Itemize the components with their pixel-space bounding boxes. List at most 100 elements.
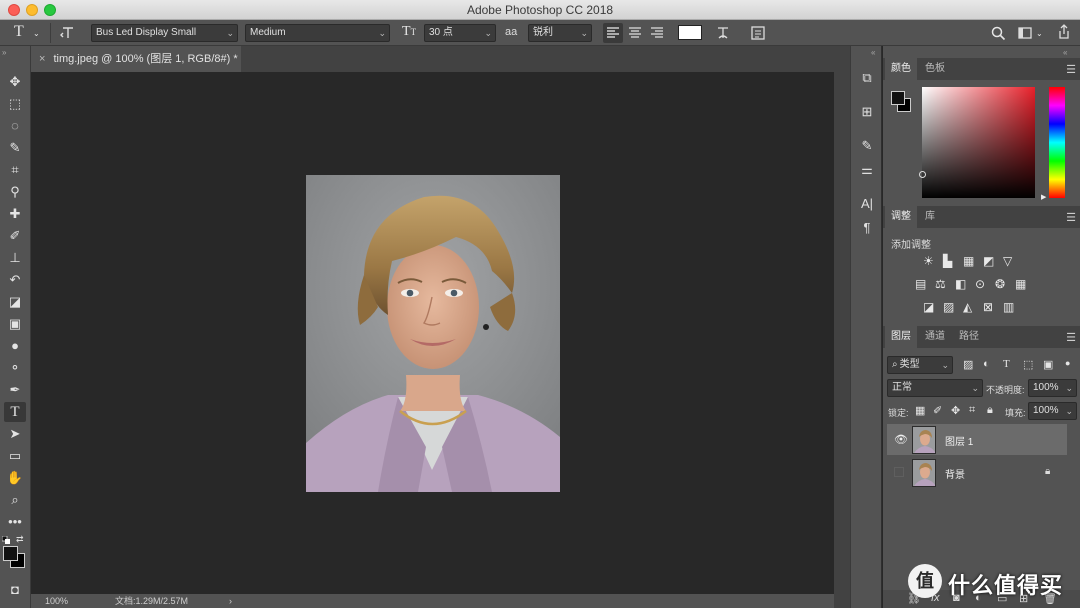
font-family-select[interactable]: Bus Led Display Small ⌄: [91, 24, 238, 42]
history-panel-icon[interactable]: ⧉: [857, 68, 877, 88]
toggle-orientation-icon[interactable]: [60, 25, 76, 41]
blur-tool-icon[interactable]: ●: [4, 336, 26, 356]
layer-row[interactable]: 背景 🔒︎: [887, 457, 1067, 488]
filter-adjustment-icon[interactable]: ◐: [983, 358, 990, 370]
status-menu-arrow[interactable]: ›: [229, 594, 232, 608]
document-tab[interactable]: × timg.jpeg @ 100% (图层 1, RGB/8#) *: [31, 46, 241, 72]
chevron-down-icon[interactable]: ⌄: [1036, 27, 1043, 41]
layer-row[interactable]: 👁︎ 图层 1: [887, 424, 1067, 455]
align-center-button[interactable]: [625, 23, 645, 43]
tab-layers[interactable]: 图层: [885, 326, 917, 348]
properties-panel-icon[interactable]: ⊞: [857, 102, 877, 122]
adjust-sliders-icon[interactable]: ⚌: [857, 160, 877, 180]
lock-position-icon[interactable]: ✥: [951, 404, 960, 417]
font-style-select[interactable]: Medium ⌄: [245, 24, 390, 42]
color-lookup-icon[interactable]: ▦: [1015, 277, 1026, 291]
brightness-icon[interactable]: ☀: [923, 254, 934, 268]
character-panel-icon[interactable]: [750, 25, 766, 41]
expand-panels-icon[interactable]: «: [871, 48, 875, 57]
brush-settings-icon[interactable]: ✎: [857, 136, 877, 156]
tab-channels[interactable]: 通道: [919, 326, 951, 348]
workspace-icon[interactable]: [1017, 25, 1033, 41]
filter-smart-object-icon[interactable]: ▣: [1043, 358, 1053, 371]
chevron-down-icon[interactable]: ⌄: [33, 27, 40, 41]
layer-filter-select[interactable]: ⌕ 类型 ⌄: [887, 356, 953, 374]
foreground-color-swatch[interactable]: [3, 546, 18, 561]
curves-icon[interactable]: ▦: [963, 254, 974, 268]
lock-transparent-icon[interactable]: ▦: [915, 404, 925, 417]
text-color-swatch[interactable]: [678, 25, 702, 40]
threshold-icon[interactable]: ◭: [963, 300, 972, 314]
hue-slider-handle-icon[interactable]: ▶: [1041, 193, 1046, 201]
tab-swatches[interactable]: 色板: [919, 58, 951, 80]
quick-mask-icon[interactable]: ◘: [4, 580, 26, 600]
layer-name[interactable]: 图层 1: [945, 433, 973, 448]
document-image[interactable]: [306, 175, 560, 492]
align-left-button[interactable]: [603, 23, 623, 43]
panel-menu-icon[interactable]: ☰: [1066, 331, 1076, 344]
lock-image-icon[interactable]: ✐: [933, 404, 942, 417]
color-field[interactable]: [919, 87, 1035, 198]
canvas-area[interactable]: [31, 72, 834, 594]
close-tab-icon[interactable]: ×: [39, 53, 45, 65]
history-brush-tool-icon[interactable]: ↶: [4, 270, 26, 290]
brush-tool-icon[interactable]: ✐: [4, 226, 26, 246]
filter-type-icon[interactable]: T: [1003, 358, 1010, 370]
lasso-tool-icon[interactable]: ◌: [4, 116, 26, 136]
character-icon[interactable]: A|: [857, 194, 877, 214]
tab-paths[interactable]: 路径: [953, 326, 985, 348]
invert-icon[interactable]: ◪: [923, 300, 934, 314]
quick-selection-tool-icon[interactable]: ✎: [4, 138, 26, 158]
antialias-select[interactable]: 锐利 ⌄: [528, 24, 592, 42]
more-tools-icon[interactable]: •••: [4, 512, 26, 532]
channel-mixer-icon[interactable]: ❂: [995, 277, 1005, 291]
black-white-icon[interactable]: ◧: [955, 277, 966, 291]
crop-tool-icon[interactable]: ⌗: [4, 160, 26, 180]
levels-icon[interactable]: ▙: [943, 254, 952, 268]
tab-color[interactable]: 颜色: [885, 58, 917, 80]
posterize-icon[interactable]: ▨: [943, 300, 954, 314]
clone-stamp-tool-icon[interactable]: ⊥: [4, 248, 26, 268]
filter-pixel-icon[interactable]: ▨: [963, 358, 973, 371]
gradient-tool-icon[interactable]: ▣: [4, 314, 26, 334]
dodge-tool-icon[interactable]: ⚬: [4, 358, 26, 378]
panel-menu-icon[interactable]: ☰: [1066, 211, 1076, 224]
healing-brush-tool-icon[interactable]: ✚: [4, 204, 26, 224]
color-balance-icon[interactable]: ⚖: [935, 277, 946, 291]
vibrance-icon[interactable]: ▽: [1003, 254, 1012, 268]
zoom-tool-icon[interactable]: ⌕: [4, 490, 26, 510]
lock-all-icon[interactable]: 🔒︎: [987, 404, 993, 417]
zoom-level[interactable]: 100%: [45, 594, 68, 608]
pen-tool-icon[interactable]: ✒: [4, 380, 26, 400]
swap-colors-icon[interactable]: ⇄: [16, 534, 24, 545]
layer-name[interactable]: 背景: [945, 466, 965, 481]
photo-filter-icon[interactable]: ⊙: [975, 277, 985, 291]
rectangle-tool-icon[interactable]: ▭: [4, 446, 26, 466]
lock-artboard-icon[interactable]: ⌗: [969, 404, 975, 417]
blend-mode-select[interactable]: 正常 ⌄: [887, 379, 983, 397]
tab-adjustments[interactable]: 调整: [885, 206, 917, 228]
hue-slider[interactable]: [1049, 87, 1065, 198]
share-icon[interactable]: [1056, 24, 1072, 40]
collapse-panels-icon[interactable]: «: [1063, 48, 1067, 57]
hand-tool-icon[interactable]: ✋: [4, 468, 26, 488]
filter-shape-icon[interactable]: ⬚: [1023, 358, 1033, 371]
marquee-tool-icon[interactable]: ⬚: [4, 94, 26, 114]
warp-text-icon[interactable]: [715, 25, 731, 41]
color-picker-ring[interactable]: [919, 171, 926, 178]
font-size-select[interactable]: 30 点 ⌄: [424, 24, 496, 42]
visibility-toggle-empty[interactable]: [894, 467, 904, 477]
exposure-icon[interactable]: ◩: [983, 254, 994, 268]
path-selection-tool-icon[interactable]: ➤: [4, 424, 26, 444]
type-tool-icon[interactable]: T: [4, 402, 26, 422]
selective-color-icon[interactable]: ⊠: [983, 300, 993, 314]
color-fg-swatch[interactable]: [891, 91, 905, 105]
fill-input[interactable]: 100% ⌄: [1028, 402, 1077, 420]
default-colors-icon[interactable]: [2, 536, 10, 544]
tab-libraries[interactable]: 库: [919, 206, 941, 228]
type-tool-preset-icon[interactable]: T: [14, 24, 24, 40]
filter-toggle-icon[interactable]: ●: [1065, 358, 1070, 368]
gradient-map-icon[interactable]: ▥: [1003, 300, 1014, 314]
paragraph-icon[interactable]: ¶: [857, 218, 877, 238]
opacity-input[interactable]: 100% ⌄: [1028, 379, 1077, 397]
